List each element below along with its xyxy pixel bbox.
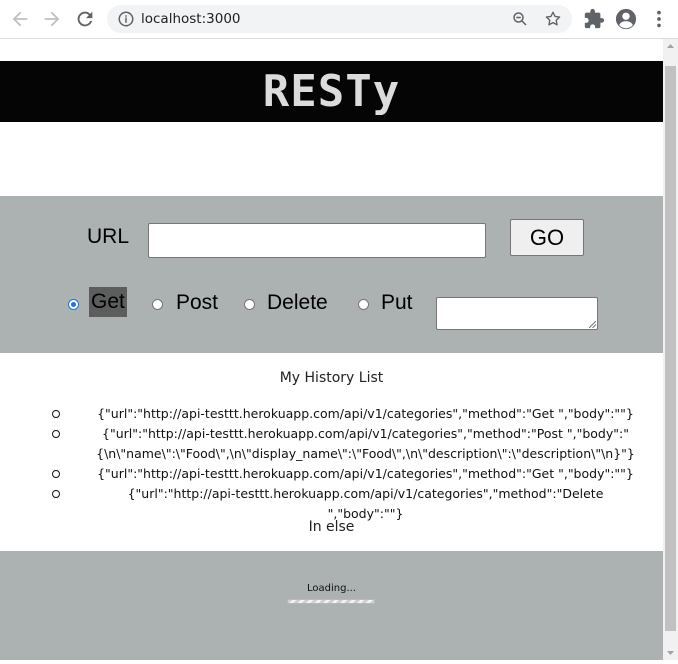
address-url: localhost:3000 [141, 11, 241, 27]
results-panel: Loading... [0, 551, 663, 660]
browser-toolbar: localhost:3000 [0, 0, 678, 39]
history-item-text: {"url":"http://api-testtt.herokuapp.com/… [127, 486, 604, 521]
body-textarea[interactable] [436, 297, 598, 330]
app-title: RESTy [262, 66, 401, 117]
history-list: {"url":"http://api-testtt.herokuapp.com/… [0, 404, 663, 524]
loading-progress-fill [288, 600, 374, 603]
loading-text: Loading... [307, 583, 356, 594]
url-label: URL [87, 225, 130, 248]
bullet-icon [52, 490, 60, 498]
resize-grip-icon[interactable] [589, 321, 596, 328]
arrow-right-icon[interactable] [41, 8, 63, 30]
scroll-thumb[interactable] [665, 66, 676, 631]
history-item-text: {"url":"http://api-testtt.herokuapp.com/… [97, 406, 634, 421]
history-item-text: {"url":"http://api-testtt.herokuapp.com/… [96, 426, 635, 461]
bullet-icon [52, 470, 60, 478]
loading-progress-bar [287, 599, 375, 604]
history-item-text: {"url":"http://api-testtt.herokuapp.com/… [97, 466, 634, 481]
star-icon[interactable] [544, 10, 562, 28]
scroll-up-arrow-icon[interactable] [663, 39, 678, 54]
page-scrollbar[interactable] [663, 39, 678, 660]
method-delete-radio[interactable] [244, 299, 255, 310]
puzzle-icon[interactable] [583, 8, 605, 30]
history-title: My History List [279, 370, 384, 386]
go-button[interactable]: GO [510, 219, 584, 256]
address-bar[interactable]: localhost:3000 [107, 5, 572, 33]
kebab-menu-icon[interactable] [648, 8, 670, 30]
bullet-icon [52, 430, 60, 438]
history-item[interactable]: {"url":"http://api-testtt.herokuapp.com/… [0, 424, 663, 464]
method-put-radio[interactable] [358, 299, 369, 310]
account-icon[interactable] [615, 8, 637, 30]
method-post-radio[interactable] [152, 299, 163, 310]
app-header: RESTy [0, 61, 663, 122]
method-post-label[interactable]: Post [176, 291, 218, 315]
else-text: In else [308, 519, 355, 535]
url-input[interactable] [148, 223, 486, 258]
bullet-icon [52, 410, 60, 418]
zoom-icon[interactable] [511, 10, 529, 28]
arrow-left-icon[interactable] [9, 8, 31, 30]
history-item[interactable]: {"url":"http://api-testtt.herokuapp.com/… [0, 464, 663, 484]
method-put-label[interactable]: Put [381, 291, 413, 315]
method-delete-label[interactable]: Delete [267, 291, 328, 315]
method-get-label[interactable]: Get [89, 287, 127, 317]
scroll-down-arrow-icon[interactable] [663, 645, 678, 660]
history-item[interactable]: {"url":"http://api-testtt.herokuapp.com/… [0, 484, 663, 524]
method-get-radio[interactable] [68, 299, 79, 310]
reload-icon[interactable] [74, 8, 96, 30]
info-icon[interactable] [117, 10, 135, 28]
request-form: URL GO Get Post Delete Put [0, 196, 663, 353]
history-item[interactable]: {"url":"http://api-testtt.herokuapp.com/… [0, 404, 663, 424]
